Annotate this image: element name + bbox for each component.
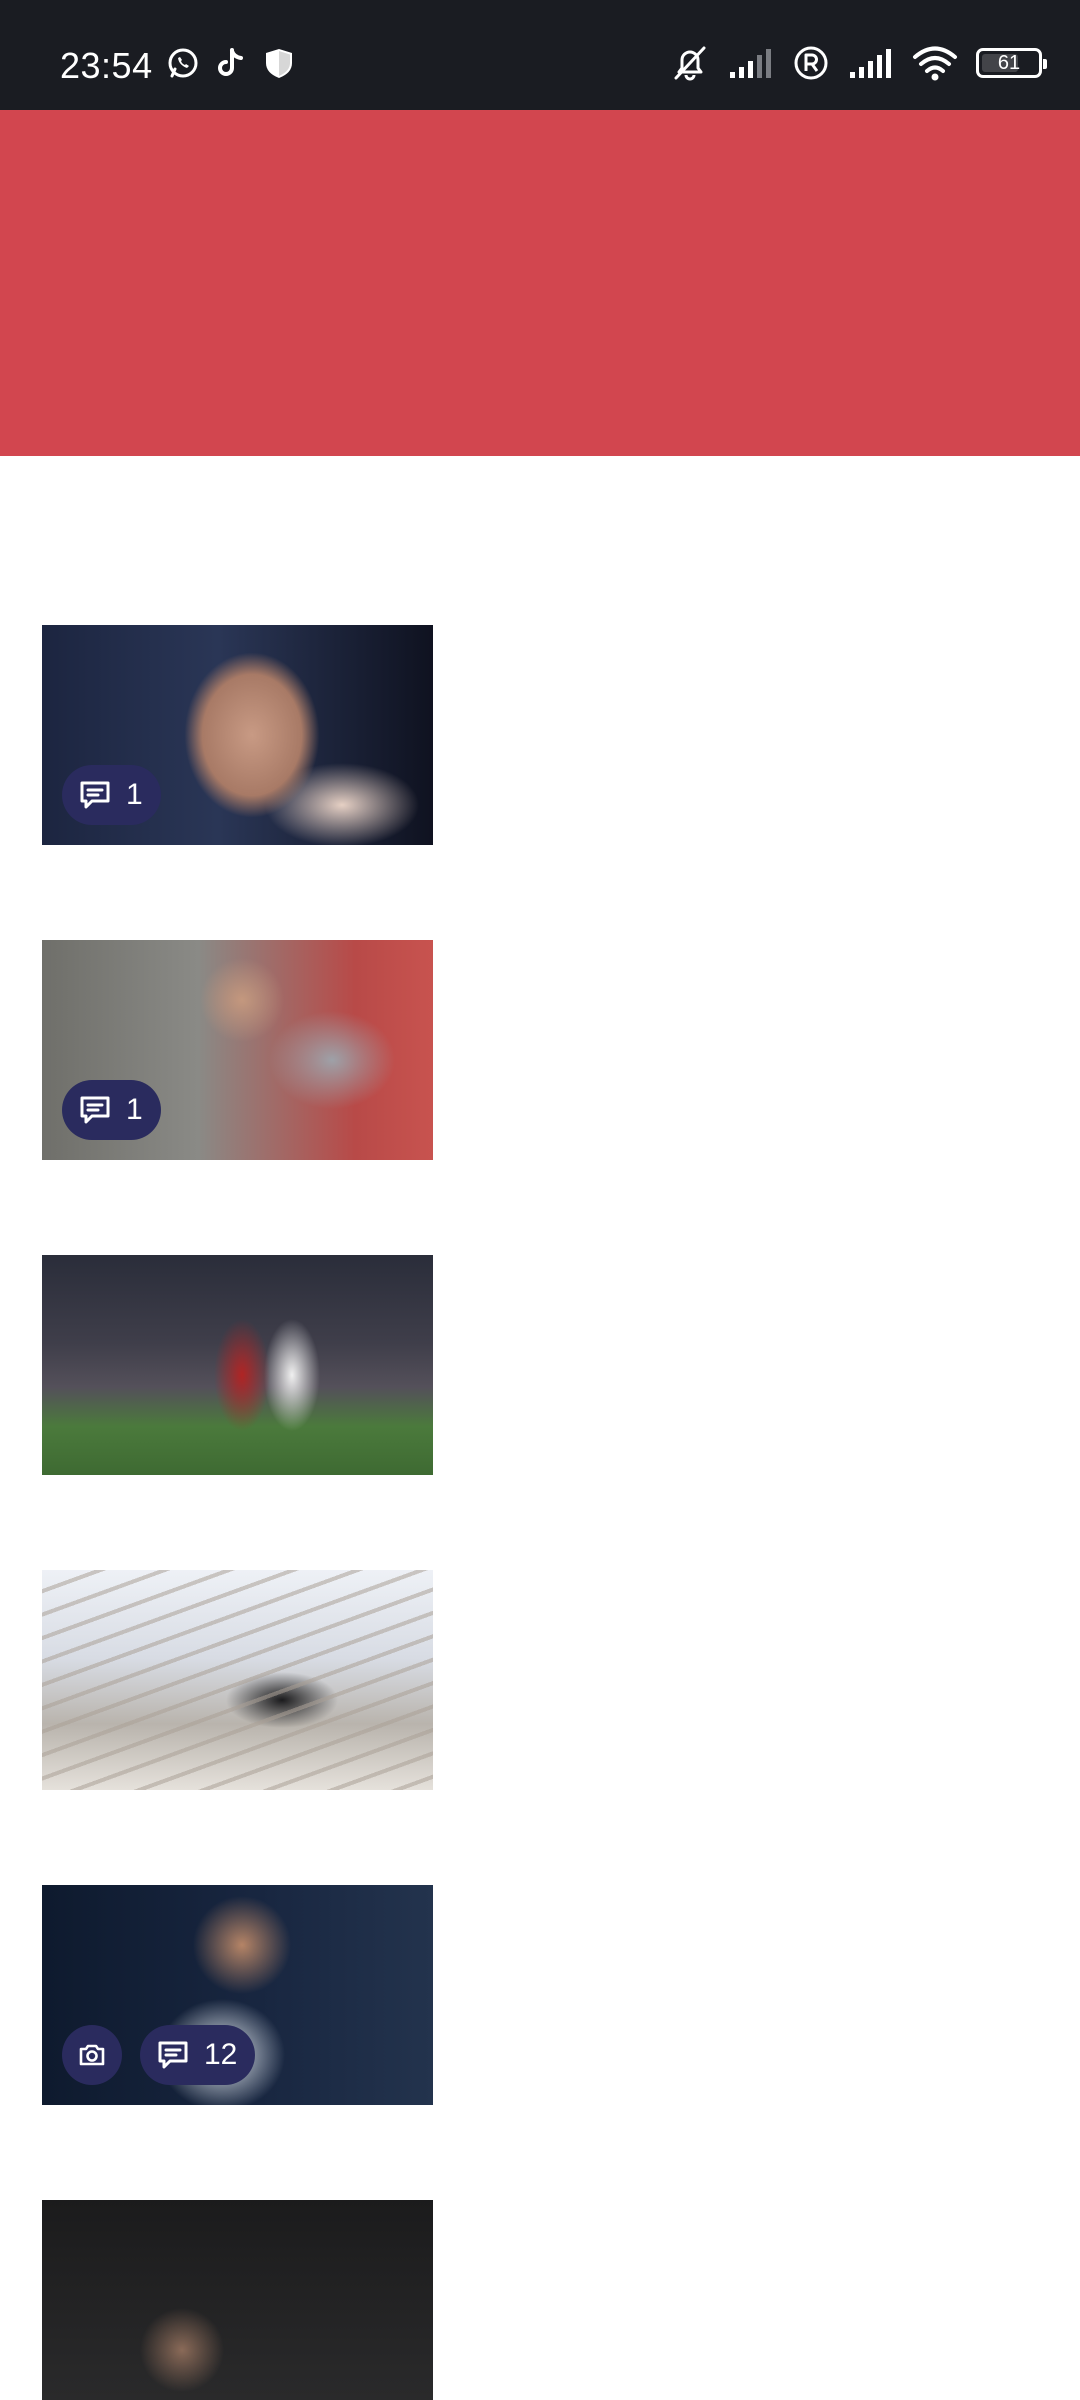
comment-icon	[156, 2038, 190, 2072]
article-thumbnail[interactable]	[42, 1570, 433, 1790]
mute-icon	[670, 44, 710, 82]
article-thumbnail[interactable]: 1	[42, 940, 433, 1160]
ad-banner[interactable]	[0, 110, 1080, 456]
status-bar: 23:54 61	[0, 0, 1080, 110]
wifi-icon	[912, 45, 958, 81]
signal-icon	[848, 46, 894, 80]
article-thumbnail[interactable]: 12	[42, 1885, 433, 2105]
comment-icon	[78, 1093, 112, 1127]
status-time: 23:54	[60, 45, 153, 86]
gallery-badge	[62, 2025, 122, 2085]
comment-count-badge: 12	[140, 2025, 256, 2085]
comment-count: 12	[204, 2038, 238, 2071]
comment-count: 1	[126, 1093, 143, 1126]
battery-level: 61	[997, 51, 1021, 74]
system-icons: 61	[670, 44, 1047, 82]
whatsapp-icon	[166, 46, 200, 80]
player-raising-arm-photo	[42, 2200, 433, 2400]
article-thumbnail[interactable]	[42, 2200, 433, 2400]
comment-count-badge: 1	[62, 765, 161, 825]
man-in-stadium-stands-photo	[42, 1570, 433, 1790]
comment-count: 1	[126, 778, 143, 811]
notification-icons	[166, 46, 296, 80]
article-thumbnail[interactable]	[42, 1255, 433, 1475]
signal-weak-icon	[728, 46, 774, 80]
comment-icon	[78, 778, 112, 812]
comment-count-badge: 1	[62, 1080, 161, 1140]
battery-indicator: 61	[976, 48, 1047, 78]
roaming-r-icon	[792, 44, 830, 82]
article-thumbnail[interactable]: 1	[42, 625, 433, 845]
football-match-action-photo	[42, 1255, 433, 1475]
camera-icon	[77, 2040, 107, 2070]
tiktok-icon	[214, 46, 248, 80]
shield-icon	[262, 46, 296, 80]
